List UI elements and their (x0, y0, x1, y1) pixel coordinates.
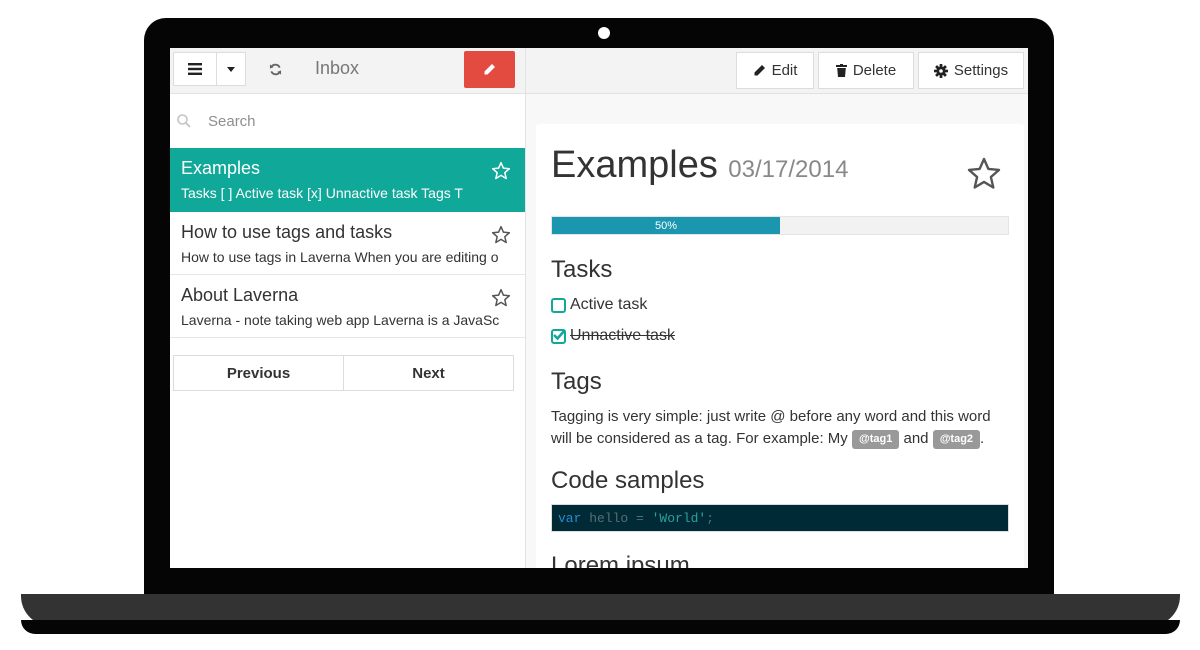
note-card: Examples 03/17/2014 50% Tasks Active tas… (536, 124, 1024, 568)
star-icon[interactable] (966, 156, 1002, 192)
caret-down-icon (227, 66, 235, 72)
edit-button[interactable]: Edit (736, 52, 814, 89)
checkbox[interactable] (551, 297, 566, 313)
code-string: 'World' (651, 510, 707, 526)
code-end: ; (706, 510, 715, 526)
progress-bar: 50% (551, 216, 1009, 235)
next-button[interactable]: Next (343, 356, 513, 390)
note-date: 03/17/2014 (728, 156, 849, 183)
laptop-base-shadow (21, 620, 1180, 634)
camera (598, 27, 610, 39)
task-label: Active task (570, 296, 648, 313)
star-icon[interactable] (491, 288, 511, 308)
note-preview: How to use tags in Laverna When you are … (181, 249, 499, 265)
note-preview: Laverna - note taking web app Laverna is… (181, 312, 500, 328)
checkbox-checked[interactable] (551, 328, 566, 344)
new-note-button[interactable] (464, 51, 515, 88)
dropdown-button[interactable] (216, 52, 246, 86)
code-keyword: var (558, 510, 582, 526)
note-title: Examples (181, 158, 261, 178)
note-preview: Tasks [ ] Active task [x] Unnactive task… (181, 185, 463, 201)
sync-button[interactable] (260, 52, 290, 86)
edit-label: Edit (771, 62, 798, 79)
notes-list: Examples Tasks [ ] Active task [x] Unnac… (170, 148, 525, 338)
content-toolbar: Edit Delete Settings (526, 48, 1028, 94)
note-title: About Laverna (181, 285, 299, 305)
menu-button[interactable] (173, 52, 217, 86)
code-text: hello = (581, 510, 652, 526)
settings-label: Settings (953, 62, 1009, 79)
search-row (170, 96, 525, 146)
task-item[interactable]: Unnactive task (551, 327, 675, 345)
tag-badge[interactable]: @tag2 (932, 429, 981, 449)
task-label: Unnactive task (570, 327, 675, 344)
gear-icon (933, 63, 948, 78)
tag-badge[interactable]: @tag1 (851, 429, 900, 449)
pager: Previous Next (173, 355, 514, 391)
tags-end: . (980, 430, 985, 447)
code-heading: Code samples (551, 467, 705, 494)
menu-icon (188, 63, 202, 75)
pencil-icon (484, 64, 495, 75)
note-title: How to use tags and tasks (181, 222, 393, 242)
note-item-examples[interactable]: Examples Tasks [ ] Active task [x] Unnac… (170, 148, 525, 212)
search-input[interactable] (206, 111, 490, 131)
check-icon (553, 328, 566, 340)
app-screen: Inbox Examples Tasks [ ] Active task [x]… (170, 48, 1028, 568)
trash-icon (835, 64, 847, 77)
tags-paragraph: Tagging is very simple: just write @ bef… (551, 406, 1011, 450)
tags-heading: Tags (551, 368, 602, 395)
code-block: var hello = 'World'; (551, 504, 1009, 532)
task-item[interactable]: Active task (551, 296, 647, 314)
star-icon[interactable] (491, 161, 511, 181)
note-heading-title: Examples (551, 144, 718, 186)
sidebar: Inbox Examples Tasks [ ] Active task [x]… (170, 48, 526, 568)
sidebar-title: Inbox (315, 58, 360, 78)
progress-fill: 50% (552, 217, 780, 234)
note-item-about[interactable]: About Laverna Laverna - note taking web … (170, 275, 525, 338)
tasks-heading: Tasks (551, 256, 613, 283)
delete-button[interactable]: Delete (818, 52, 914, 89)
tags-and: and (903, 430, 929, 447)
star-icon[interactable] (491, 225, 511, 245)
note-item-tags-tasks[interactable]: How to use tags and tasks How to use tag… (170, 212, 525, 275)
previous-button[interactable]: Previous (174, 356, 343, 390)
delete-label: Delete (852, 62, 897, 79)
sidebar-toolbar: Inbox (170, 48, 525, 94)
refresh-icon (269, 63, 281, 75)
pencil-icon (754, 65, 765, 76)
search-icon (177, 114, 191, 128)
lorem-heading: Lorem ipsum (551, 552, 690, 568)
settings-button[interactable]: Settings (918, 52, 1024, 89)
note-heading: Examples 03/17/2014 (551, 144, 848, 187)
